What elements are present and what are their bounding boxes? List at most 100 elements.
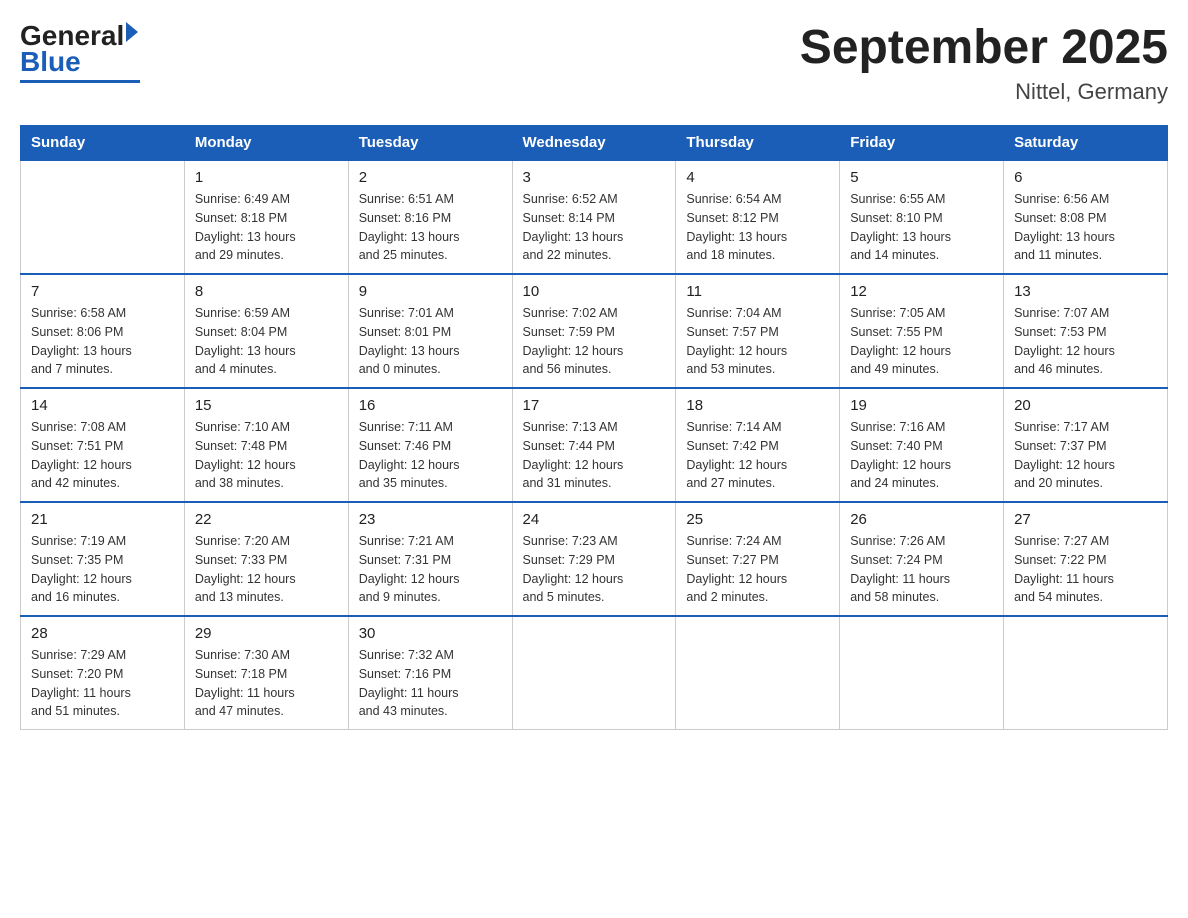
day-info: Sunrise: 6:58 AM Sunset: 8:06 PM Dayligh… [31,304,174,379]
calendar-cell: 28 Sunrise: 7:29 AM Sunset: 7:20 PM Dayli… [21,616,185,730]
logo: General Blue [20,20,140,83]
day-info: Sunrise: 7:30 AM Sunset: 7:18 PM Dayligh… [195,646,338,721]
day-info: Sunrise: 6:49 AM Sunset: 8:18 PM Dayligh… [195,190,338,265]
title-area: September 2025 Nittel, Germany [800,20,1168,105]
calendar-cell: 25Sunrise: 7:24 AM Sunset: 7:27 PM Dayli… [676,502,840,616]
day-number: 29 [195,625,338,642]
header: General Blue September 2025 Nittel, Germ… [20,20,1168,105]
calendar-title: September 2025 [800,20,1168,75]
day-info: Sunrise: 7:04 AM Sunset: 7:57 PM Dayligh… [686,304,829,379]
calendar-cell: 8 Sunrise: 6:59 AM Sunset: 8:04 PM Daylig… [184,274,348,388]
calendar-cell: 18 Sunrise: 7:14 AM Sunset: 7:42 PM Dayli… [676,388,840,502]
day-info: Sunrise: 7:17 AM Sunset: 7:37 PM Dayligh… [1014,418,1157,493]
calendar-week-row: 21 Sunrise: 7:19 AM Sunset: 7:35 PM Dayli… [21,502,1168,616]
day-info: Sunrise: 7:19 AM Sunset: 7:35 PM Dayligh… [31,532,174,607]
calendar-cell: 7 Sunrise: 6:58 AM Sunset: 8:06 PM Daylig… [21,274,185,388]
logo-triangle-icon [126,22,138,42]
calendar-week-row: 7 Sunrise: 6:58 AM Sunset: 8:06 PM Daylig… [21,274,1168,388]
calendar-cell [21,160,185,274]
day-number: 19 [850,397,993,414]
day-number: 5 [850,169,993,186]
day-number: 26 [850,511,993,528]
day-info: Sunrise: 6:56 AM Sunset: 8:08 PM Dayligh… [1014,190,1157,265]
day-number: 7 [31,283,174,300]
day-number: 8 [195,283,338,300]
calendar-cell: 4 Sunrise: 6:54 AM Sunset: 8:12 PM Daylig… [676,160,840,274]
day-number: 24 [523,511,666,528]
day-info: Sunrise: 7:08 AM Sunset: 7:51 PM Dayligh… [31,418,174,493]
day-info: Sunrise: 7:07 AM Sunset: 7:53 PM Dayligh… [1014,304,1157,379]
calendar-cell: 21 Sunrise: 7:19 AM Sunset: 7:35 PM Dayli… [21,502,185,616]
calendar-cell: 9 Sunrise: 7:01 AM Sunset: 8:01 PM Daylig… [348,274,512,388]
calendar-cell: 29 Sunrise: 7:30 AM Sunset: 7:18 PM Dayli… [184,616,348,730]
calendar-cell: 20 Sunrise: 7:17 AM Sunset: 7:37 PM Dayli… [1004,388,1168,502]
calendar-cell [1004,616,1168,730]
day-info: Sunrise: 7:14 AM Sunset: 7:42 PM Dayligh… [686,418,829,493]
logo-blue-text: Blue [20,46,81,78]
day-number: 4 [686,169,829,186]
calendar-cell: 30 Sunrise: 7:32 AM Sunset: 7:16 PM Dayli… [348,616,512,730]
calendar-week-row: 28 Sunrise: 7:29 AM Sunset: 7:20 PM Dayli… [21,616,1168,730]
day-info: Sunrise: 6:59 AM Sunset: 8:04 PM Dayligh… [195,304,338,379]
day-number: 30 [359,625,502,642]
day-number: 9 [359,283,502,300]
calendar-cell: 11 Sunrise: 7:04 AM Sunset: 7:57 PM Dayli… [676,274,840,388]
day-number: 28 [31,625,174,642]
day-number: 18 [686,397,829,414]
calendar-cell: 22Sunrise: 7:20 AM Sunset: 7:33 PM Dayli… [184,502,348,616]
calendar-cell: 13 Sunrise: 7:07 AM Sunset: 7:53 PM Dayli… [1004,274,1168,388]
day-number: 2 [359,169,502,186]
day-info: Sunrise: 6:54 AM Sunset: 8:12 PM Dayligh… [686,190,829,265]
weekday-header: Wednesday [512,126,676,161]
day-info: Sunrise: 7:27 AM Sunset: 7:22 PM Dayligh… [1014,532,1157,607]
weekday-header: Thursday [676,126,840,161]
calendar-cell [840,616,1004,730]
day-number: 14 [31,397,174,414]
calendar-cell: 24 Sunrise: 7:23 AM Sunset: 7:29 PM Dayli… [512,502,676,616]
day-number: 11 [686,283,829,300]
calendar-cell: 6 Sunrise: 6:56 AM Sunset: 8:08 PM Daylig… [1004,160,1168,274]
calendar-cell: 14 Sunrise: 7:08 AM Sunset: 7:51 PM Dayli… [21,388,185,502]
day-number: 27 [1014,511,1157,528]
day-info: Sunrise: 7:01 AM Sunset: 8:01 PM Dayligh… [359,304,502,379]
calendar-cell: 26 Sunrise: 7:26 AM Sunset: 7:24 PM Dayli… [840,502,1004,616]
day-info: Sunrise: 7:21 AM Sunset: 7:31 PM Dayligh… [359,532,502,607]
day-info: Sunrise: 7:11 AM Sunset: 7:46 PM Dayligh… [359,418,502,493]
calendar-cell: 10 Sunrise: 7:02 AM Sunset: 7:59 PM Dayli… [512,274,676,388]
logo-underline [20,80,140,83]
day-info: Sunrise: 7:29 AM Sunset: 7:20 PM Dayligh… [31,646,174,721]
day-info: Sunrise: 6:51 AM Sunset: 8:16 PM Dayligh… [359,190,502,265]
calendar-cell: 23 Sunrise: 7:21 AM Sunset: 7:31 PM Dayli… [348,502,512,616]
calendar-week-row: 1 Sunrise: 6:49 AM Sunset: 8:18 PM Daylig… [21,160,1168,274]
calendar-cell: 17Sunrise: 7:13 AM Sunset: 7:44 PM Dayli… [512,388,676,502]
calendar-header-row: SundayMondayTuesdayWednesdayThursdayFrid… [21,126,1168,161]
day-info: Sunrise: 7:26 AM Sunset: 7:24 PM Dayligh… [850,532,993,607]
calendar-cell: 2 Sunrise: 6:51 AM Sunset: 8:16 PM Daylig… [348,160,512,274]
day-number: 10 [523,283,666,300]
calendar-cell: 27 Sunrise: 7:27 AM Sunset: 7:22 PM Dayli… [1004,502,1168,616]
day-info: Sunrise: 7:13 AM Sunset: 7:44 PM Dayligh… [523,418,666,493]
day-number: 21 [31,511,174,528]
calendar-table: SundayMondayTuesdayWednesdayThursdayFrid… [20,125,1168,730]
calendar-cell [676,616,840,730]
day-info: Sunrise: 7:23 AM Sunset: 7:29 PM Dayligh… [523,532,666,607]
weekday-header: Friday [840,126,1004,161]
day-info: Sunrise: 7:32 AM Sunset: 7:16 PM Dayligh… [359,646,502,721]
day-number: 1 [195,169,338,186]
weekday-header: Sunday [21,126,185,161]
day-number: 15 [195,397,338,414]
calendar-cell: 1 Sunrise: 6:49 AM Sunset: 8:18 PM Daylig… [184,160,348,274]
calendar-week-row: 14 Sunrise: 7:08 AM Sunset: 7:51 PM Dayli… [21,388,1168,502]
day-number: 23 [359,511,502,528]
day-info: Sunrise: 6:55 AM Sunset: 8:10 PM Dayligh… [850,190,993,265]
day-info: Sunrise: 7:02 AM Sunset: 7:59 PM Dayligh… [523,304,666,379]
day-number: 20 [1014,397,1157,414]
day-info: Sunrise: 7:20 AM Sunset: 7:33 PM Dayligh… [195,532,338,607]
day-number: 25 [686,511,829,528]
day-number: 6 [1014,169,1157,186]
day-number: 13 [1014,283,1157,300]
weekday-header: Tuesday [348,126,512,161]
day-info: Sunrise: 7:16 AM Sunset: 7:40 PM Dayligh… [850,418,993,493]
calendar-cell [512,616,676,730]
calendar-cell: 12Sunrise: 7:05 AM Sunset: 7:55 PM Dayli… [840,274,1004,388]
